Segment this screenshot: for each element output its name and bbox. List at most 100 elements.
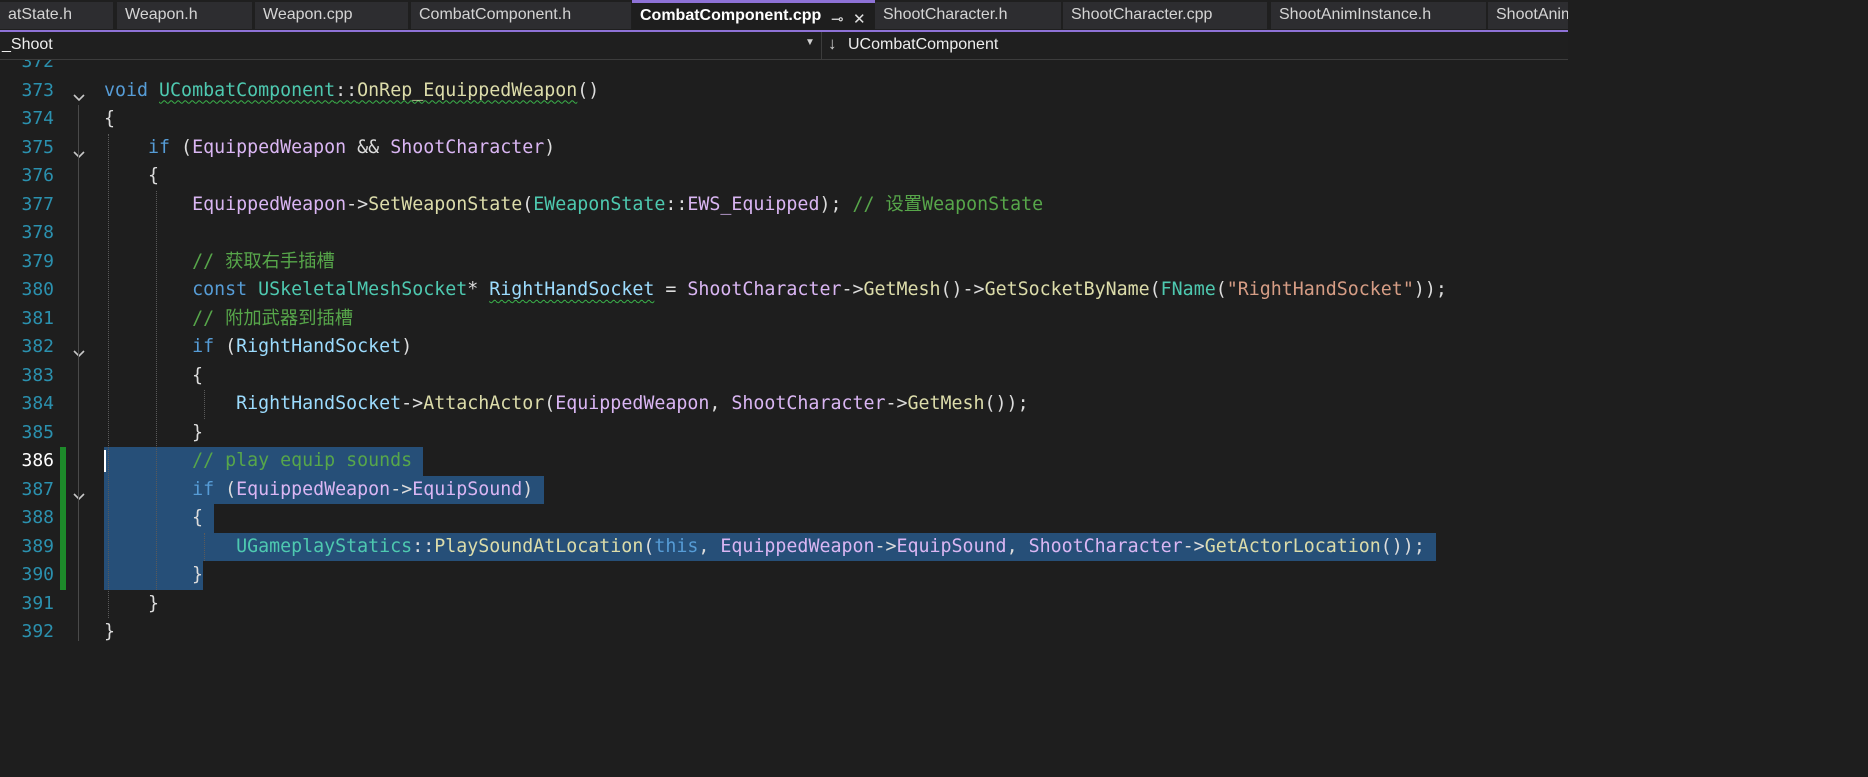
change-indicator — [60, 447, 66, 476]
code-line[interactable]: 380 const USkeletalMeshSocket* RightHand… — [0, 276, 1568, 305]
indent-guide — [204, 532, 205, 561]
code-line[interactable]: 376 { — [0, 162, 1568, 191]
tab-label: ShootCharacter.cpp — [1071, 6, 1213, 23]
line-number: 379 — [21, 250, 54, 272]
code-token: GetMesh — [907, 393, 985, 414]
code-text: { — [104, 162, 159, 191]
code-token: -> — [874, 535, 897, 557]
code-token: ShootCharacter — [731, 393, 886, 414]
code-line[interactable]: 379 // 获取右手插槽 — [0, 248, 1568, 277]
code-token: GetMesh — [863, 279, 941, 300]
code-line[interactable]: 385 } — [0, 419, 1568, 448]
code-line[interactable]: 373 void UCombatComponent::OnRep_Equipped… — [0, 77, 1568, 106]
tab-shootaniminstance-h[interactable]: ShootAnimInstance.h — [1271, 2, 1486, 29]
code-token: GetActorLocation — [1204, 535, 1381, 557]
line-number: 374 — [21, 108, 54, 129]
code-token: if — [192, 336, 215, 357]
code-token: EquippedWeapon — [555, 393, 710, 414]
code-line[interactable]: 387 if (EquippedWeapon->EquipSound) — [0, 475, 1568, 505]
fold-chevron-icon[interactable] — [72, 343, 86, 358]
code-text: } — [104, 618, 115, 647]
pin-icon[interactable]: ⊸ — [831, 7, 844, 30]
line-number: 373 — [21, 79, 54, 101]
code-editor[interactable]: 372373 void UCombatComponent::OnRep_Equip… — [0, 60, 1568, 652]
code-text: { — [104, 504, 215, 533]
close-icon[interactable]: ✕ — [853, 7, 866, 30]
code-line[interactable]: 386 // play equip sounds — [0, 447, 1568, 476]
code-token: ( — [1215, 279, 1227, 300]
change-indicator — [60, 532, 66, 562]
code-line[interactable]: 389 UGameplayStatics::PlaySoundAtLocatio… — [0, 532, 1568, 562]
tab-shootcharacter-h[interactable]: ShootCharacter.h — [875, 2, 1061, 29]
fold-chevron-icon[interactable] — [72, 144, 86, 158]
code-line[interactable]: 374 { — [0, 105, 1568, 134]
change-indicator — [60, 504, 66, 533]
code-token: if — [148, 136, 171, 158]
code-line[interactable]: 377 EquippedWeapon->SetWeaponState(EWeap… — [0, 191, 1568, 220]
fold-chevron-icon[interactable] — [72, 87, 86, 101]
scope-name: UCombatComponent — [848, 36, 999, 53]
tab-label: ShootAnim — [1496, 6, 1568, 23]
code-token: // 设置WeaponState — [852, 193, 1044, 215]
code-text: void UCombatComponent::OnRep_EquippedWea… — [104, 77, 599, 106]
code-token: EWS_Equipped — [687, 193, 820, 215]
code-line[interactable]: 372 — [0, 60, 1568, 77]
navigation-bar: _Shoot ▼ ↓ UCombatComponent — [0, 32, 1568, 60]
code-token: * — [467, 279, 490, 300]
line-number: 389 — [21, 535, 54, 557]
document-tab-strip: atState.h Weapon.h Weapon.cpp CombatComp… — [0, 0, 1568, 30]
code-text: UGameplayStatics::PlaySoundAtLocation(th… — [104, 532, 1436, 561]
chevron-down-icon[interactable]: ▼ — [805, 37, 815, 48]
code-line[interactable]: 375 if (EquippedWeapon && ShootCharacter… — [0, 134, 1568, 163]
code-token: ShootCharacter — [1028, 535, 1183, 557]
tab-shootanim-overflow[interactable]: ShootAnim — [1488, 2, 1568, 29]
code-token: ); — [819, 193, 853, 215]
code-token: AttachActor — [423, 393, 545, 414]
project-dropdown[interactable]: _Shoot ▼ — [0, 32, 822, 59]
code-token: ShootCharacter — [687, 279, 842, 300]
code-text: if (EquippedWeapon && ShootCharacter) — [104, 134, 555, 163]
tab-shootcharacter-cpp[interactable]: ShootCharacter.cpp — [1063, 2, 1267, 29]
code-token: -> — [401, 393, 424, 414]
tab-combatcomponent-cpp[interactable]: CombatComponent.cpp ⊸ ✕ — [632, 0, 875, 30]
fold-chevron-icon[interactable] — [72, 486, 86, 500]
code-token: -> — [390, 478, 413, 500]
code-token: , — [698, 535, 721, 557]
tab-combatstate-h[interactable]: atState.h — [0, 2, 113, 29]
code-line[interactable]: 383 { — [0, 362, 1568, 391]
code-text: // 附加武器到插槽 — [104, 305, 353, 334]
code-line[interactable]: 388 { — [0, 504, 1568, 533]
code-token: } — [104, 592, 160, 614]
code-line[interactable]: 378 — [0, 219, 1568, 248]
code-token: UGameplayStatics — [236, 535, 413, 557]
code-token: ) — [522, 478, 545, 500]
code-line[interactable]: 392} — [0, 618, 1568, 647]
line-number: 380 — [21, 279, 54, 300]
tab-weapon-cpp[interactable]: Weapon.cpp — [255, 2, 408, 29]
code-line[interactable]: 381 // 附加武器到插槽 — [0, 305, 1568, 334]
code-token: , — [1006, 535, 1029, 557]
tab-combatcomponent-h[interactable]: CombatComponent.h — [411, 2, 631, 29]
code-text: } — [104, 590, 159, 619]
line-number: 375 — [21, 136, 54, 158]
code-token: EquippedWeapon — [236, 478, 391, 500]
code-text: RightHandSocket->AttachActor(EquippedWea… — [104, 390, 1029, 419]
line-number: 372 — [21, 60, 54, 72]
code-token: ()); — [1380, 535, 1436, 557]
line-number: 386 — [21, 450, 54, 471]
code-token: OnRep_EquippedWeapon — [357, 79, 578, 101]
code-line[interactable]: 382 if (RightHandSocket) — [0, 333, 1568, 362]
tab-weapon-h[interactable]: Weapon.h — [117, 2, 252, 29]
code-token: { — [104, 108, 116, 129]
code-line[interactable]: 384 RightHandSocket->AttachActor(Equippe… — [0, 390, 1568, 419]
code-token: () — [577, 79, 600, 101]
line-number: 384 — [21, 393, 54, 414]
code-token: EWeaponState — [533, 193, 666, 215]
code-line[interactable]: 391 } — [0, 590, 1568, 619]
text-caret — [104, 450, 106, 472]
code-line[interactable]: 390 } — [0, 561, 1568, 590]
